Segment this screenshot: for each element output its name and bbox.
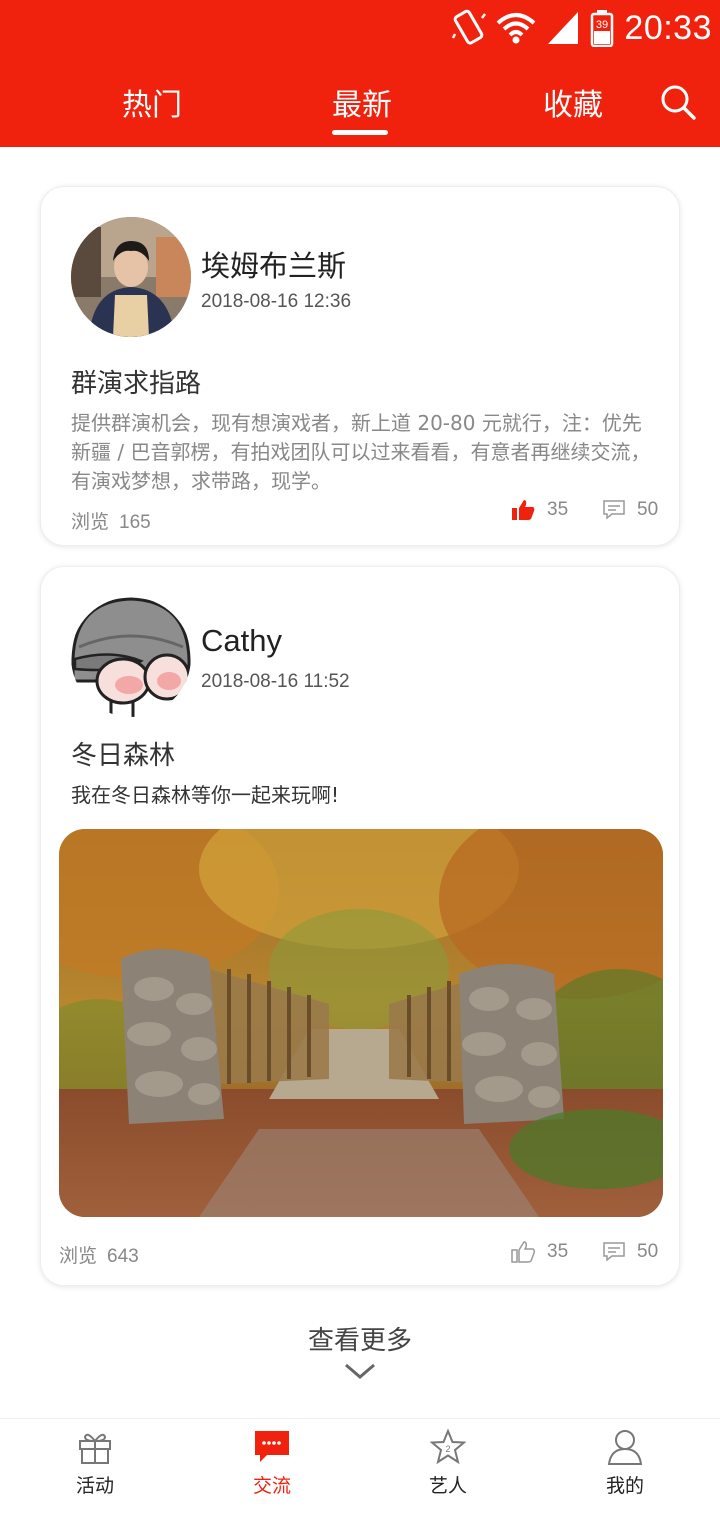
views-value: 165 [119, 512, 151, 533]
views-label: 浏览 [71, 511, 110, 533]
post-image[interactable] [59, 829, 663, 1217]
like-button[interactable]: 35 [511, 1241, 568, 1263]
view-count: 浏览 643 [59, 1241, 139, 1268]
comment-button[interactable]: 50 [603, 499, 658, 521]
like-count: 35 [547, 499, 569, 520]
app-header: 39 20:33 热门 最新 收藏 [0, 0, 720, 147]
nav-label: 活动 [75, 1475, 114, 1497]
views-label: 浏览 [59, 1245, 98, 1267]
like-button[interactable]: 35 [511, 499, 568, 521]
clock: 20:33 [624, 8, 712, 47]
chat-icon [255, 1431, 289, 1462]
comment-count: 50 [637, 1241, 659, 1262]
thumbs-up-icon [511, 1241, 535, 1263]
status-bar: 39 20:33 [452, 6, 712, 50]
tab-favorites[interactable]: 收藏 [543, 80, 603, 124]
active-tab-indicator [332, 130, 388, 135]
thumbs-up-filled-icon [512, 500, 535, 520]
like-count: 35 [547, 1241, 569, 1262]
star-icon: 2 [430, 1429, 466, 1465]
see-more-label: 查看更多 [307, 1326, 412, 1356]
user-icon [607, 1430, 643, 1465]
post-card[interactable]: Cathy 2018-08-16 11:52 冬日森林 我在冬日森林等你一起来玩… [40, 566, 680, 1286]
post-title[interactable]: 冬日森林 [71, 735, 175, 772]
post-body: 我在冬日森林等你一起来玩啊! [71, 783, 340, 807]
post-time: 2018-08-16 11:52 [201, 671, 350, 692]
post-body: 提供群演机会，现有想演戏者，新上道 20-80 元就行，注：优先新疆 / 巴音郭… [71, 411, 651, 493]
username[interactable]: Cathy [201, 623, 282, 659]
gift-icon [79, 1433, 111, 1464]
comment-button[interactable]: 50 [603, 1241, 658, 1263]
comment-icon [603, 500, 625, 520]
svg-text:39: 39 [596, 19, 608, 31]
post-title[interactable]: 群演求指路 [71, 363, 201, 400]
nav-profile[interactable]: 我的 [575, 1429, 675, 1498]
svg-text:2: 2 [445, 1444, 450, 1454]
chevron-down-icon [345, 1363, 375, 1379]
post-time: 2018-08-16 12:36 [201, 291, 352, 312]
username[interactable]: 埃姆布兰斯 [201, 243, 346, 285]
nav-label: 我的 [605, 1475, 644, 1497]
avatar[interactable] [71, 597, 191, 717]
avatar[interactable] [71, 217, 191, 337]
post-card[interactable]: 埃姆布兰斯 2018-08-16 12:36 群演求指路 提供群演机会，现有想演… [40, 186, 680, 546]
bottom-nav: 活动 交流 2 艺人 我的 [0, 1418, 720, 1514]
nav-chat[interactable]: 交流 [222, 1429, 322, 1498]
view-count: 浏览 165 [71, 507, 151, 534]
nav-activities[interactable]: 活动 [45, 1429, 145, 1498]
top-tabs: 热门 最新 收藏 [0, 70, 720, 140]
comment-icon [603, 1242, 625, 1262]
wifi-icon [497, 13, 536, 44]
phone-vibrate-icon [452, 9, 487, 45]
tab-hot[interactable]: 热门 [122, 80, 182, 124]
nav-artists[interactable]: 2 艺人 [398, 1429, 498, 1498]
views-value: 643 [107, 1246, 139, 1267]
nav-label: 交流 [252, 1475, 291, 1497]
see-more-button[interactable]: 查看更多 [0, 1320, 720, 1379]
search-icon[interactable] [660, 84, 696, 120]
tab-latest[interactable]: 最新 [332, 80, 392, 124]
comment-count: 50 [637, 499, 659, 520]
battery-icon: 39 [591, 10, 614, 47]
signal-icon [548, 12, 579, 44]
nav-label: 艺人 [428, 1475, 467, 1497]
